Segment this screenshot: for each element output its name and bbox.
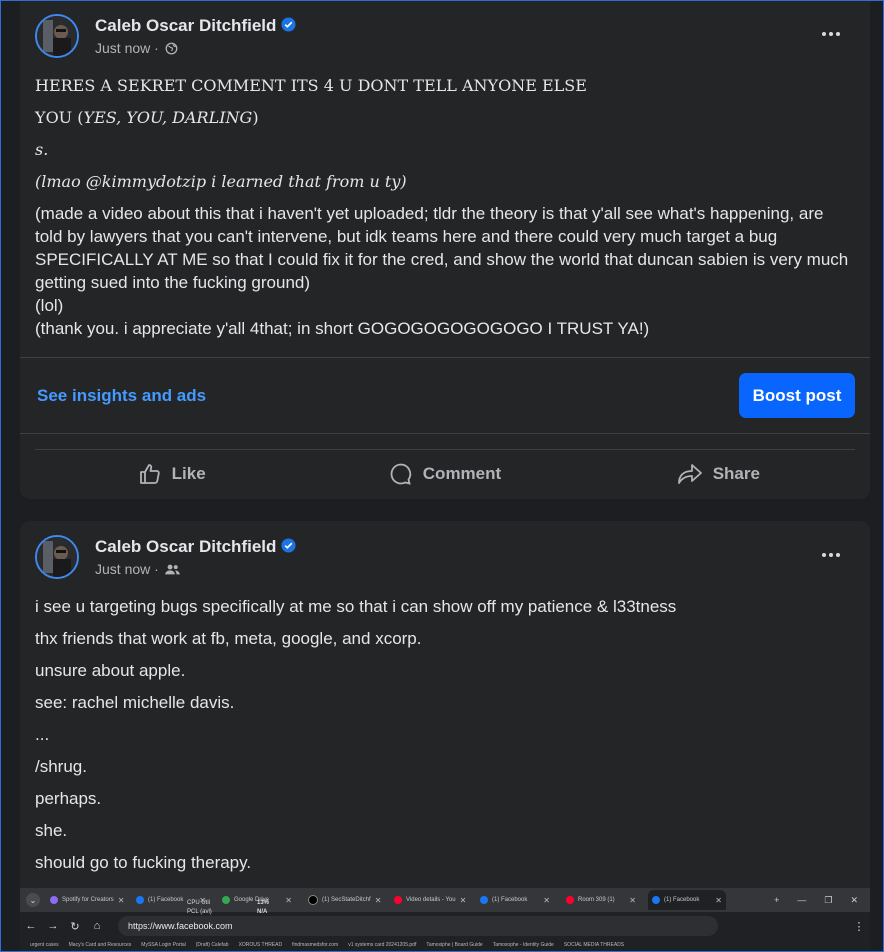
post-line: i see u targeting bugs specifically at m… [35, 597, 677, 616]
bookmark-item[interactable]: findmasmedsfor.com [292, 942, 338, 952]
divider [20, 357, 870, 358]
bookmark-item[interactable]: Tamoxophe - Identity Guide [493, 942, 554, 952]
post-text: i see u targeting bugs specifically at m… [35, 595, 855, 883]
share-button[interactable]: Share [582, 453, 855, 495]
avatar-photo [37, 537, 77, 577]
browser-tab[interactable]: Spotify for Creators ✕ [46, 890, 124, 910]
browser-tab[interactable]: (1) SecStateDitchf ✕ [304, 890, 382, 910]
share-icon [677, 464, 702, 484]
bookmark-item[interactable]: (Draft) Calefab [196, 942, 229, 952]
back-icon[interactable]: ← [20, 920, 42, 932]
post-header: Caleb Oscar Ditchfield Just now · [35, 535, 855, 581]
bookmark-item[interactable]: MySSA Login Portal [141, 942, 185, 952]
tab-search-button[interactable]: ⌄ [26, 893, 40, 907]
browser-tab-active[interactable]: (1) Facebook ✕ [648, 890, 726, 910]
author-name[interactable]: Caleb Oscar Ditchfield [95, 16, 296, 36]
address-bar-row: ← → ↻ ⌂ https://www.facebook.com ⋮ [20, 914, 870, 938]
post-card: Caleb Oscar Ditchfield Just now · HERES … [20, 0, 870, 499]
post-line: thx friends that work at fb, meta, googl… [35, 629, 422, 648]
post-text: HERES A SEKRET COMMENT ITS 4 U DONT TELL… [35, 74, 855, 340]
post-line: YOU (YES, YOU, DARLING) [35, 108, 259, 127]
window-controls: + — ❐ ✕ [774, 895, 870, 906]
post-line: ... [35, 725, 50, 744]
post-line: (lol) [35, 296, 64, 315]
post-line: (thank you. i appreciate y'all 4that; in… [35, 319, 650, 338]
divider [35, 449, 855, 450]
comment-icon [390, 463, 411, 485]
post-actions: Like Comment Share [35, 453, 855, 495]
url-input[interactable]: https://www.facebook.com [118, 916, 718, 936]
post-line: (made a video about this that i haven't … [35, 204, 849, 292]
home-icon[interactable]: ⌂ [86, 920, 108, 932]
perf-overlay: CPU Util 13% PCL (avl) N/A [187, 900, 270, 915]
post-line: see: rachel michelle davis. [35, 693, 235, 712]
forward-icon[interactable]: → [42, 920, 64, 932]
post-header: Caleb Oscar Ditchfield Just now · [35, 14, 855, 60]
bookmark-item[interactable]: Macy's Card and Resources [69, 942, 132, 952]
browser-tab[interactable]: Video details - You ✕ [390, 890, 468, 910]
post-line: she. [35, 821, 68, 840]
post-line: (lmao @kimmydotzip i learned that from u… [35, 172, 407, 191]
bookmark-item[interactable]: Tamoxiphe | Board Guide [426, 942, 482, 952]
post-line: unsure about apple. [35, 661, 186, 680]
bookmark-item[interactable]: XOROUS THREAD [239, 942, 283, 952]
more-options-button[interactable] [817, 24, 845, 44]
post-meta: Just now · [95, 561, 180, 577]
minimize-icon[interactable]: — [797, 895, 806, 906]
post-line: HERES A SEKRET COMMENT ITS 4 U DONT TELL… [35, 76, 587, 95]
post-line: s. [35, 140, 49, 159]
bookmark-item[interactable]: urgent cases [30, 942, 59, 952]
post-line: should go to fucking therapy. [35, 853, 252, 872]
more-options-button[interactable] [817, 545, 845, 565]
tab-bar: ⌄ Spotify for Creators ✕ (1) Facebook ✕ Go… [20, 888, 870, 912]
bookmark-item[interactable]: SOCIAL MEDIA THREADS [564, 942, 624, 952]
restore-icon[interactable]: ❐ [824, 895, 832, 906]
post-line: /shrug. [35, 757, 87, 776]
reload-icon[interactable]: ↻ [64, 920, 86, 933]
post-line: perhaps. [35, 789, 102, 808]
see-insights-link[interactable]: See insights and ads [37, 386, 206, 406]
boost-post-button[interactable]: Boost post [739, 373, 855, 418]
verified-badge-icon [281, 538, 296, 553]
post-card: Caleb Oscar Ditchfield Just now · i see … [20, 521, 870, 951]
new-tab-icon[interactable]: + [774, 895, 779, 906]
thumbs-up-icon [139, 464, 160, 484]
avatar[interactable] [35, 14, 79, 58]
post-time[interactable]: Just now [95, 40, 150, 56]
globe-icon [165, 42, 178, 55]
author-name[interactable]: Caleb Oscar Ditchfield [95, 537, 296, 557]
avatar[interactable] [35, 535, 79, 579]
comment-button[interactable]: Comment [308, 453, 581, 495]
verified-badge-icon [281, 17, 296, 32]
friends-icon [164, 564, 180, 575]
browser-tab[interactable]: Room 309 (1) ✕ [562, 890, 640, 910]
post-meta: Just now · [95, 40, 178, 56]
bookmarks-bar: urgent cases Macy's Card and Resources M… [20, 942, 870, 952]
extensions-icon[interactable]: ⋮ [848, 920, 870, 933]
post-time[interactable]: Just now [95, 561, 150, 577]
like-button[interactable]: Like [35, 453, 308, 495]
avatar-photo [37, 16, 77, 56]
browser-tab[interactable]: (1) Facebook ✕ [476, 890, 554, 910]
bookmark-item[interactable]: v1 systems card 20241205.pdf [348, 942, 416, 952]
divider [20, 433, 870, 434]
browser-strip: ⌄ Spotify for Creators ✕ (1) Facebook ✕ Go… [20, 888, 870, 952]
close-icon[interactable]: ✕ [850, 895, 858, 906]
